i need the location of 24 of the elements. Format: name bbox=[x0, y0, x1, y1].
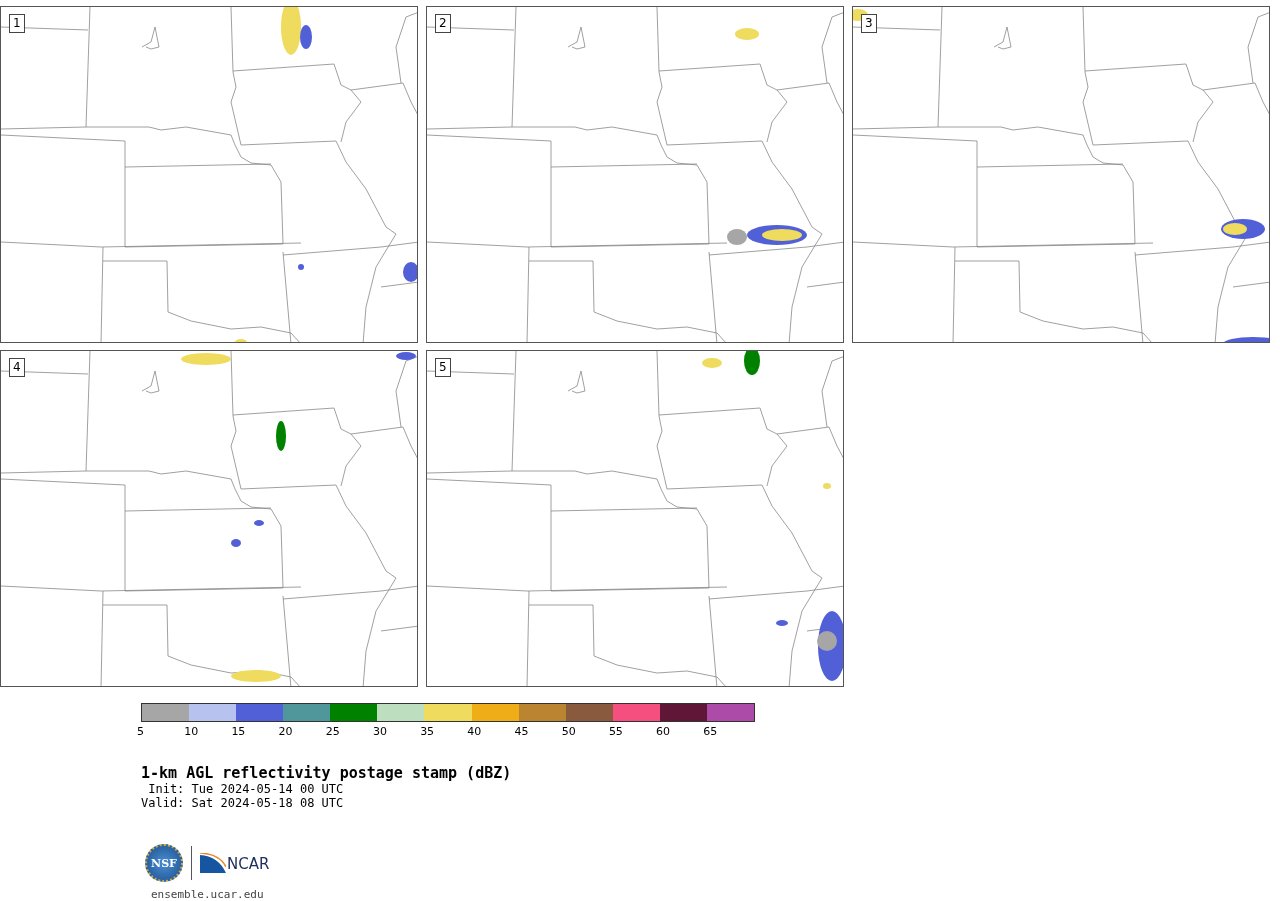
panel-number: 2 bbox=[435, 14, 451, 33]
scale-tick-label: 5 bbox=[137, 724, 145, 740]
scale-tick-label: 45 bbox=[514, 724, 530, 740]
valid-time-text: Valid: Sat 2024-05-18 08 UTC bbox=[141, 796, 345, 810]
scale-tick-label: 10 bbox=[184, 724, 200, 740]
scale-tick-label: 25 bbox=[325, 724, 341, 740]
scale-tick-label: 60 bbox=[656, 724, 672, 740]
init-time-text: Init: Tue 2024-05-14 00 UTC bbox=[147, 782, 345, 796]
scale-tick-label: 35 bbox=[420, 724, 436, 740]
site-url: ensemble.ucar.edu bbox=[151, 888, 265, 901]
scale-tick-label: 55 bbox=[608, 724, 624, 740]
chart-title: 1-km AGL reflectivity postage stamp (dBZ) bbox=[141, 764, 513, 782]
panel-number: 5 bbox=[435, 358, 451, 377]
panel-number: 4 bbox=[9, 358, 25, 377]
scale-tick-label: 30 bbox=[372, 724, 388, 740]
scale-tick-label: 15 bbox=[231, 724, 247, 740]
scale-tick-label: 65 bbox=[703, 724, 719, 740]
nsf-logo: NSF bbox=[145, 844, 183, 882]
scale-tick-label: 50 bbox=[561, 724, 577, 740]
panel-number: 1 bbox=[9, 14, 25, 33]
scale-tick-label: 20 bbox=[278, 724, 294, 740]
panel-number: 3 bbox=[861, 14, 877, 33]
scale-tick-label: 40 bbox=[467, 724, 483, 740]
ncar-logo: NCAR bbox=[200, 853, 270, 873]
